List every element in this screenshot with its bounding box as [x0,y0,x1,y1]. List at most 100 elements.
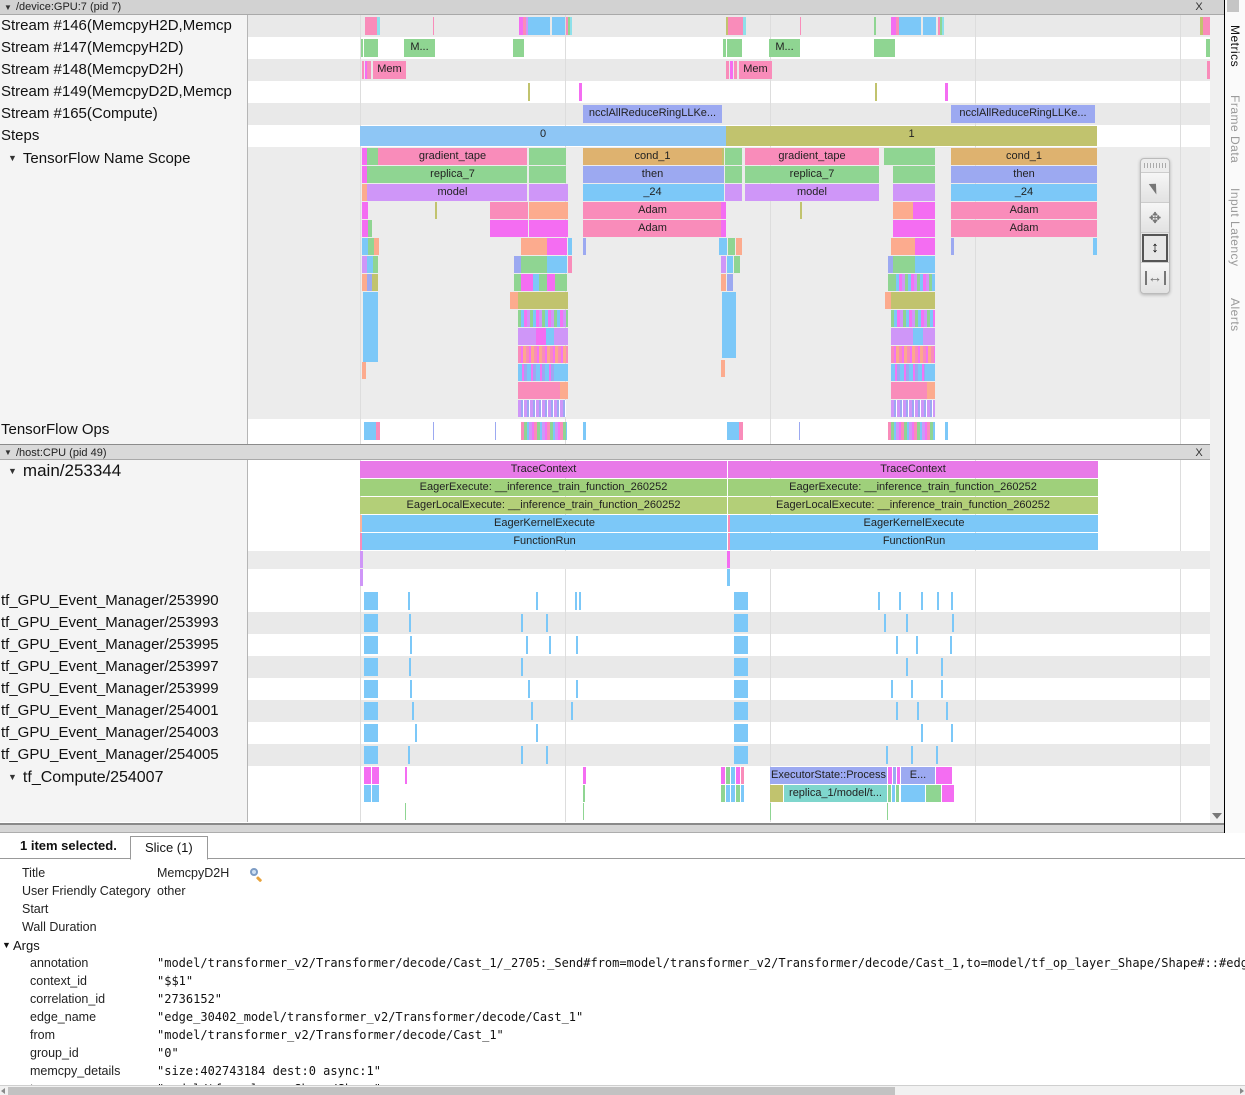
trace-event[interactable] [734,702,748,720]
cpu-section-header[interactable]: ▼/host:CPU (pid 49)X [0,444,1224,460]
side-tab-input-latency[interactable]: Input Latency [1228,188,1242,267]
trace-event[interactable] [518,328,536,345]
trace-event[interactable] [916,636,918,654]
trace-event[interactable] [547,274,555,291]
trace-event[interactable] [951,592,953,610]
trace-event[interactable] [743,17,746,35]
trace-event[interactable] [528,680,530,698]
trace-event[interactable] [727,274,733,291]
side-tab-frame-data[interactable]: Frame Data [1228,95,1242,163]
close-section-button[interactable]: X [1192,445,1206,461]
trace-event[interactable] [925,364,935,381]
trace-event[interactable] [941,680,943,698]
trace-event[interactable] [435,202,437,219]
track-label[interactable]: tf_GPU_Event_Manager/254003 [0,722,248,744]
track-label[interactable]: tf_GPU_Event_Manager/253993 [0,612,248,634]
vertical-scrollbar[interactable] [1210,15,1224,823]
trace-event[interactable] [734,256,740,273]
trace-event[interactable]: TraceContext [728,461,1098,478]
trace-event[interactable] [405,767,407,784]
trace-event[interactable] [583,422,586,440]
args-header[interactable]: ▼ Args [0,937,1245,955]
trace-event[interactable] [361,39,363,57]
trace-event[interactable] [942,17,944,35]
trace-event[interactable]: E... [901,767,935,784]
track-label[interactable]: tf_GPU_Event_Manager/253990 [0,590,248,612]
trace-event[interactable] [727,39,742,57]
trace-event[interactable] [727,422,739,440]
trace-event[interactable] [518,310,568,327]
trace-event[interactable] [886,746,888,764]
trace-event[interactable]: Mem [739,61,772,79]
trace-event[interactable]: model [745,184,879,201]
trace-event[interactable] [736,238,742,255]
trace-event[interactable] [926,785,941,802]
trace-event[interactable] [736,785,740,802]
trace-event[interactable] [529,148,566,165]
trace-event[interactable] [721,202,726,219]
trace-event[interactable] [518,400,566,417]
trace-event[interactable] [409,658,411,676]
track-label[interactable]: ▼TensorFlow Name Scope [0,147,248,419]
trace-event[interactable] [374,238,379,255]
trace-event[interactable] [570,17,572,35]
trace-event[interactable] [363,292,378,362]
trace-event[interactable] [576,680,578,698]
trace-event[interactable] [952,614,954,632]
trace-event[interactable] [409,614,411,632]
trace-event[interactable] [364,39,378,57]
trace-event[interactable] [734,592,748,610]
horizontal-scrollbar[interactable] [0,1085,1245,1095]
trace-event[interactable] [921,592,923,610]
trace-event[interactable]: then [951,166,1097,183]
trace-event[interactable] [906,658,908,676]
trace-event[interactable] [727,551,730,568]
trace-event[interactable] [734,680,748,698]
trace-event[interactable] [514,256,521,273]
trace-event[interactable] [490,202,528,219]
trace-event[interactable]: EagerLocalExecute: __inference_train_fun… [360,497,727,514]
trace-event[interactable] [725,184,742,201]
trace-event[interactable] [721,274,726,291]
track-label[interactable]: tf_GPU_Event_Manager/254005 [0,744,248,766]
collapse-arrow-icon[interactable]: ▼ [8,766,17,788]
trace-event[interactable] [875,83,877,101]
trace-event[interactable] [367,61,371,79]
trace-event[interactable] [552,17,565,35]
collapse-arrow-icon[interactable]: ▼ [8,147,17,169]
trace-event[interactable] [554,328,568,345]
trace-event[interactable] [721,238,727,255]
trace-event[interactable]: replica_1/model/t... [784,785,887,802]
trace-event[interactable] [893,202,913,219]
drag-grip-icon[interactable] [1141,159,1169,173]
trace-event[interactable] [583,767,586,784]
trace-event[interactable] [549,636,551,654]
trace-event[interactable] [721,220,726,237]
trace-event[interactable]: _24 [583,184,722,201]
collapse-arrow-icon[interactable]: ▼ [4,0,12,15]
trace-event[interactable] [741,767,744,784]
trace-event[interactable]: ncclAllReduceRingLLKe... [583,105,722,123]
trace-event[interactable]: model [378,184,527,201]
trace-event[interactable] [412,702,414,720]
trace-event[interactable]: Mem [373,61,406,79]
trace-event[interactable] [739,422,743,440]
track-label[interactable]: Stream #165(Compute) [0,103,248,125]
trace-event[interactable] [770,785,783,802]
trace-event[interactable] [408,746,410,764]
trace-event[interactable] [937,592,939,610]
trace-event[interactable]: Adam [583,202,722,219]
trace-event[interactable] [888,767,892,784]
trace-event[interactable] [576,636,578,654]
trace-event[interactable] [896,785,899,802]
trace-event[interactable] [936,767,952,784]
trace-event[interactable] [583,785,585,802]
trace-event[interactable] [734,658,748,676]
trace-event[interactable] [891,238,915,255]
trace-event[interactable] [1203,17,1210,35]
trace-event[interactable] [518,364,558,381]
trace-event[interactable] [893,274,935,291]
collapse-arrow-icon[interactable]: ▼ [4,445,12,461]
timing-tool-button[interactable]: ↔ [1141,263,1169,293]
trace-event[interactable] [510,292,518,309]
